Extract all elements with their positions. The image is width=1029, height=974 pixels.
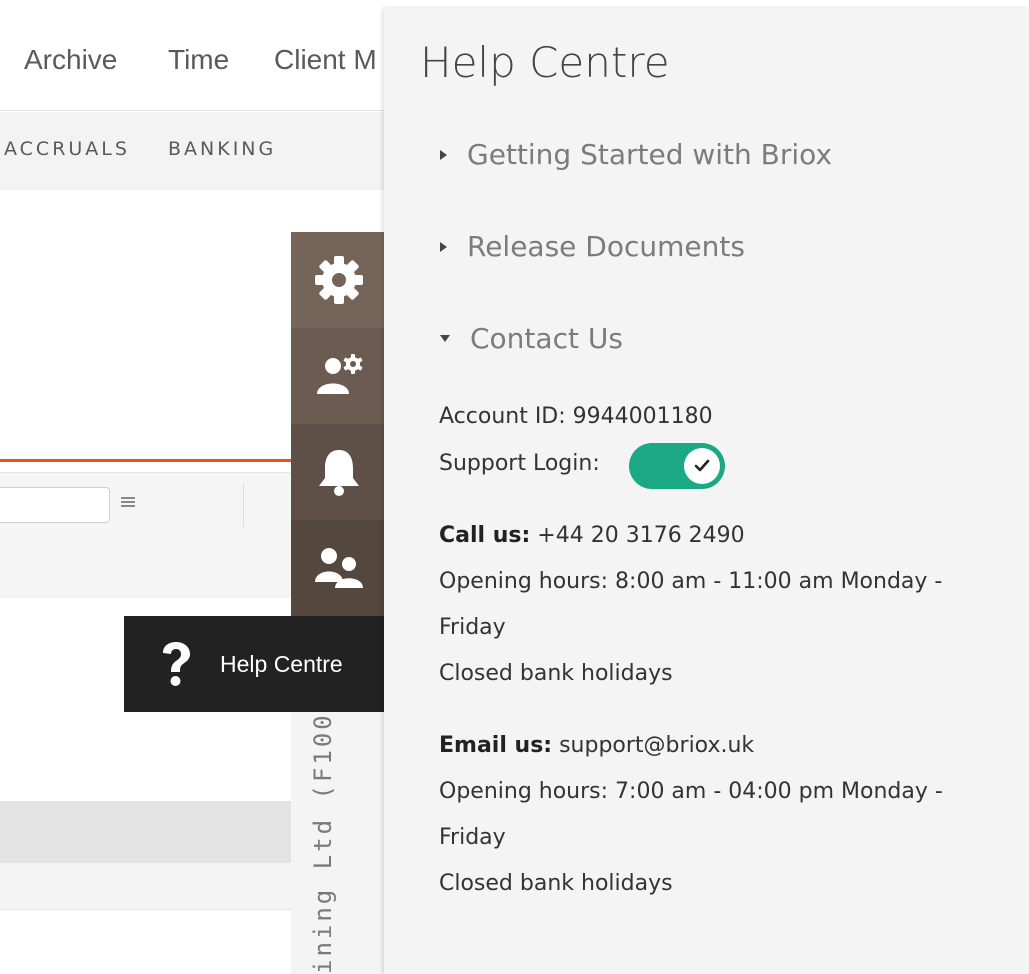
company-strip: ining Ltd (F100) bbox=[291, 712, 386, 974]
table-row[interactable] bbox=[0, 863, 292, 910]
call-us-label: Call us: bbox=[439, 523, 531, 548]
section-label: Contact Us bbox=[470, 322, 623, 355]
call-hours-line2: Friday bbox=[439, 615, 506, 640]
support-login-toggle[interactable] bbox=[629, 443, 725, 489]
company-name-vertical: ining Ltd (F100) bbox=[309, 712, 337, 974]
nav-item-archive[interactable]: Archive bbox=[24, 44, 117, 76]
nav-item-client-m[interactable]: Client M bbox=[274, 44, 377, 76]
email-us-line: Email us: support@briox.uk bbox=[439, 733, 754, 758]
triangle-down-icon bbox=[440, 335, 450, 342]
call-closed: Closed bank holidays bbox=[439, 661, 673, 686]
bell-icon bbox=[318, 450, 359, 496]
phone-number: +44 20 3176 2490 bbox=[530, 523, 745, 548]
help-centre-button-label: Help Centre bbox=[220, 650, 343, 677]
section-label: Getting Started with Briox bbox=[467, 138, 833, 171]
email-hours-line2: Friday bbox=[439, 825, 506, 850]
user-settings-icon bbox=[316, 354, 362, 394]
section-label: Release Documents bbox=[467, 230, 745, 263]
email-us-label: Email us: bbox=[439, 733, 553, 758]
support-login-label: Support Login: bbox=[439, 451, 600, 476]
check-icon bbox=[684, 448, 720, 484]
top-navigation: Archive Time Client M bbox=[0, 8, 386, 111]
section-getting-started[interactable]: Getting Started with Briox bbox=[440, 138, 832, 171]
side-toolbar bbox=[291, 232, 386, 617]
email-hours-line1: Opening hours: 7:00 am - 04:00 pm Monday… bbox=[439, 779, 943, 804]
user-settings-button[interactable] bbox=[291, 328, 386, 424]
table-header bbox=[0, 801, 292, 863]
nav-item-time[interactable]: Time bbox=[168, 44, 229, 76]
gear-icon bbox=[314, 256, 363, 304]
triangle-right-icon bbox=[440, 149, 447, 160]
users-button[interactable] bbox=[291, 520, 386, 616]
help-centre-panel: Help Centre Getting Started with Briox R… bbox=[384, 8, 1029, 974]
account-id: Account ID: 9944001180 bbox=[439, 404, 713, 429]
users-icon bbox=[314, 548, 363, 588]
question-mark-icon bbox=[146, 641, 206, 687]
filter-divider bbox=[243, 483, 244, 527]
notifications-button[interactable] bbox=[291, 424, 386, 520]
call-hours-line1: Opening hours: 8:00 am - 11:00 am Monday… bbox=[439, 569, 943, 594]
section-contact-us[interactable]: Contact Us bbox=[440, 322, 623, 355]
subnav-item-banking[interactable]: BANKING bbox=[168, 138, 276, 160]
sub-navigation: ACCRUALS BANKING bbox=[0, 112, 386, 190]
filter-input[interactable] bbox=[0, 487, 110, 523]
call-us-line: Call us: +44 20 3176 2490 bbox=[439, 523, 745, 548]
section-release-documents[interactable]: Release Documents bbox=[440, 230, 745, 263]
triangle-right-icon bbox=[440, 241, 447, 252]
support-email[interactable]: support@briox.uk bbox=[552, 733, 754, 758]
help-centre-button[interactable]: Help Centre bbox=[124, 616, 386, 712]
subnav-item-accruals[interactable]: ACCRUALS bbox=[4, 138, 130, 160]
panel-title: Help Centre bbox=[420, 38, 670, 87]
list-icon[interactable] bbox=[121, 497, 135, 511]
email-closed: Closed bank holidays bbox=[439, 871, 673, 896]
active-tab-underline bbox=[0, 459, 292, 462]
filter-bar bbox=[0, 472, 292, 598]
settings-button[interactable] bbox=[291, 232, 386, 328]
